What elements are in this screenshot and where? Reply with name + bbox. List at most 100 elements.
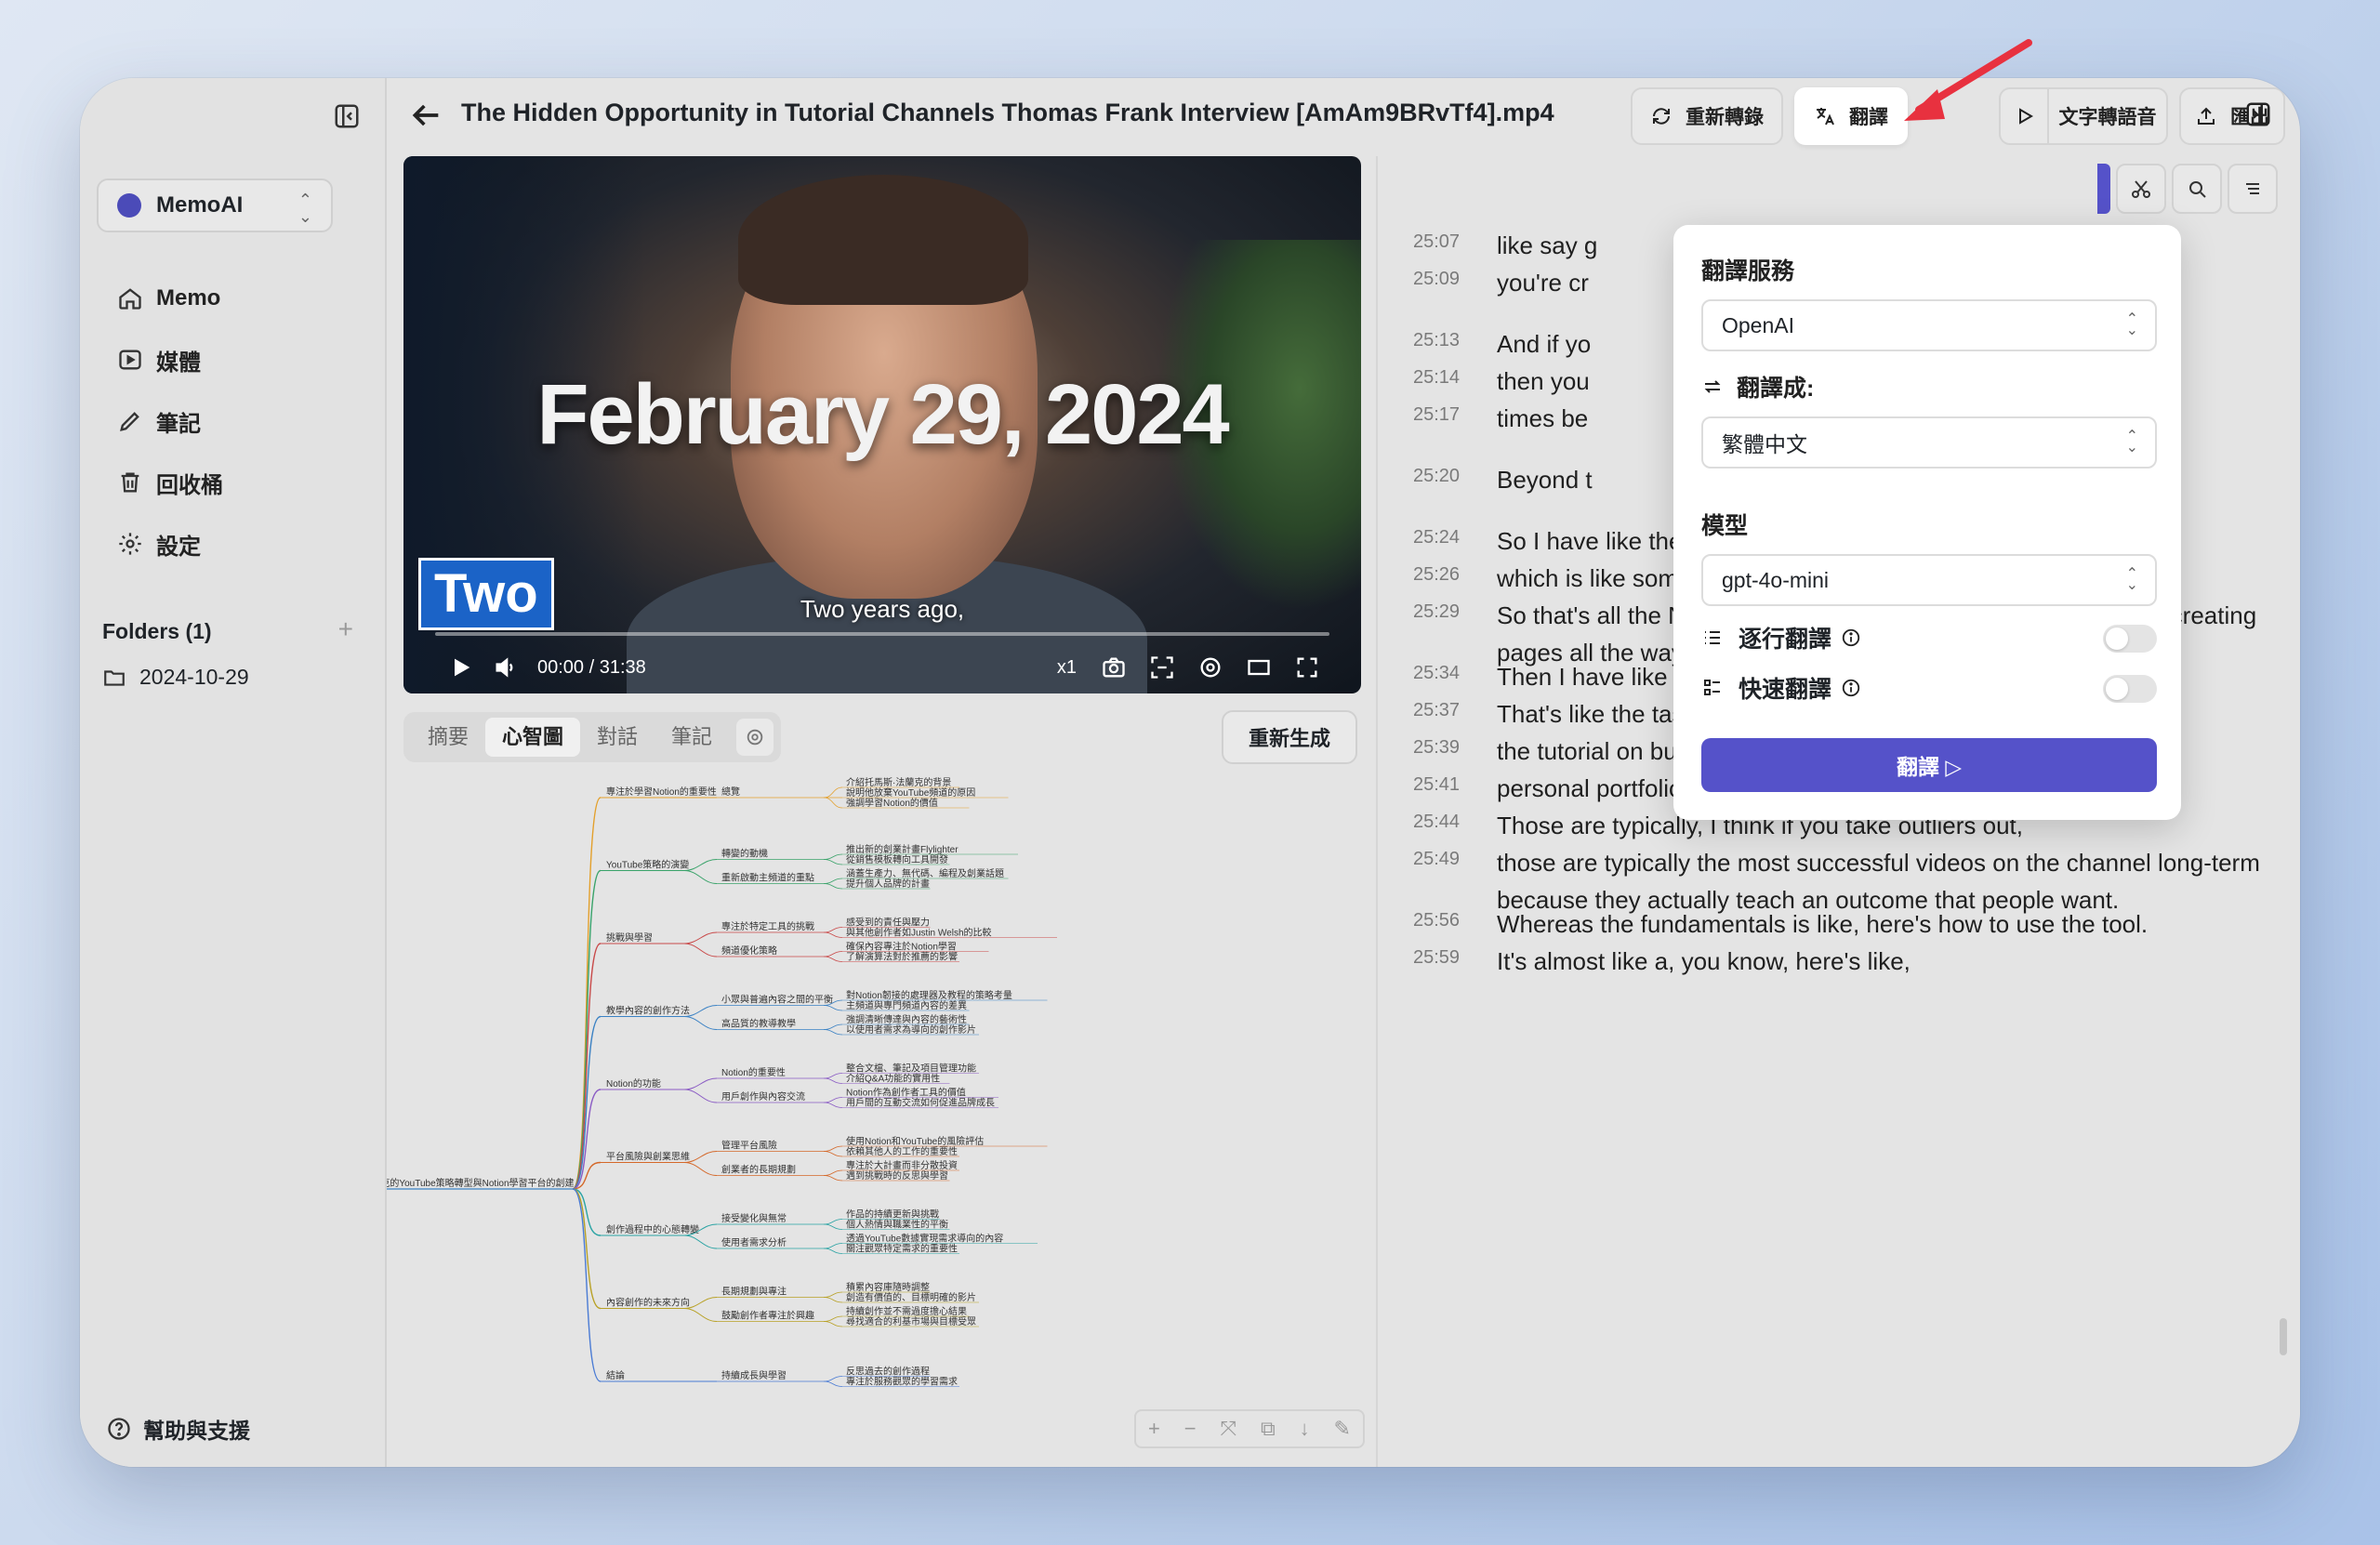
add-folder-button[interactable]: +: [338, 616, 353, 644]
transcript-timestamp[interactable]: 25:59: [1413, 943, 1497, 980]
mindmap-sub: 高品質的教導教學: [721, 1018, 796, 1030]
mindmap-sub: 頻道優化策略: [721, 944, 777, 957]
mindmap-branch: YouTube策略的演變: [606, 859, 689, 871]
line-by-line-toggle[interactable]: [2103, 625, 2157, 653]
mindmap-canvas[interactable]: 托馬斯·法蘭克的YouTube策略轉型與Notion學習平台的創建 專注於學習No…: [387, 777, 1361, 1446]
mindmap-leaf: 用戶間的互動交流如何促進品牌成長: [846, 1097, 995, 1109]
mindmap-leaf: 個人熱情與職業性的平衡: [846, 1219, 948, 1231]
transcript-timestamp[interactable]: 25:24: [1413, 522, 1497, 560]
info-icon[interactable]: [1841, 678, 1861, 698]
home-icon: [119, 288, 141, 310]
mindmap-edge: [683, 1235, 718, 1249]
mindmap-leaf: 提升個人品牌的計畫: [846, 878, 930, 890]
mindmap-sub: 使用者需求分析: [721, 1236, 787, 1248]
media-icon: [119, 350, 141, 370]
help-support-link[interactable]: 幫助與支援: [106, 1413, 250, 1445]
copy-icon[interactable]: ⧉: [1261, 1417, 1276, 1441]
mindmap-leaf: 尋找適合的利基市場與目標受眾: [846, 1315, 976, 1327]
playback-speed[interactable]: x1: [1057, 657, 1077, 679]
translate-icon: [1817, 108, 1834, 125]
menu-icon: [2246, 183, 2259, 194]
mindmap-edge: [823, 956, 843, 962]
transcript-line[interactable]: 25:56 Whereas the fundamentals is like, h…: [1413, 905, 2287, 943]
transcript-timestamp[interactable]: 25:13: [1413, 325, 1497, 363]
transcript-timestamp[interactable]: 25:26: [1413, 560, 1497, 597]
retranscribe-button[interactable]: 重新轉錄: [1631, 87, 1783, 145]
sidebar-item-trash[interactable]: 回收桶: [117, 452, 223, 513]
fast-translate-label: 快速翻譯: [1739, 677, 1832, 703]
sidebar-toggle-icon[interactable]: [333, 102, 361, 130]
tab-notes[interactable]: 筆記: [654, 718, 729, 757]
annotation-arrow-icon: [1904, 39, 2032, 121]
sidebar-item-notes[interactable]: 筆記: [117, 390, 223, 452]
workspace-selector[interactable]: MemoAI ⌃ ⌄: [97, 178, 333, 232]
fast-translate-row: 快速翻譯: [1701, 669, 2157, 706]
right-panel-toggle-icon[interactable]: [2244, 100, 2272, 128]
panel-divider[interactable]: [1376, 156, 1378, 1467]
mindmap-edge: [823, 1073, 843, 1079]
transcript-timestamp[interactable]: 25:09: [1413, 264, 1497, 301]
model-select[interactable]: gpt-4o-mini ⌃ ⌄: [1701, 554, 2157, 606]
service-label: 翻譯服務: [1701, 258, 1795, 284]
transcript-timestamp[interactable]: 25:34: [1413, 658, 1497, 695]
tab-summary[interactable]: 摘要: [411, 718, 485, 757]
camera-icon[interactable]: [1101, 654, 1127, 680]
translate-popover: 翻譯服務 OpenAI ⌃ ⌄ 翻譯成: 繁體中文 ⌃ ⌄ 模型 gpt-4o-mi…: [1673, 225, 2181, 820]
mindmap-sub: 用戶創作與內容交流: [721, 1090, 805, 1103]
transcript-timestamp[interactable]: 25:44: [1413, 807, 1497, 844]
fullscreen-icon[interactable]: [1294, 654, 1320, 680]
fast-translate-toggle[interactable]: [2103, 675, 2157, 703]
sidebar-item-label: 設定: [156, 534, 201, 560]
tab-dialogue[interactable]: 對話: [580, 718, 654, 757]
zoom-out-icon[interactable]: −: [1184, 1417, 1197, 1441]
sidebar-item-media[interactable]: 媒體: [117, 329, 223, 390]
transcript-timestamp[interactable]: 25:39: [1413, 733, 1497, 770]
tts-button[interactable]: 文字轉語音: [2047, 87, 2168, 145]
transcript-timestamp[interactable]: 25:17: [1413, 400, 1497, 437]
tab-mindmap[interactable]: 心智圖: [485, 718, 581, 757]
menu-button[interactable]: [2228, 164, 2278, 214]
transcript-timestamp[interactable]: 25:14: [1413, 363, 1497, 400]
service-select[interactable]: OpenAI ⌃ ⌄: [1701, 299, 2157, 351]
help-icon: [108, 1418, 130, 1440]
target-language-select[interactable]: 繁體中文 ⌃ ⌄: [1701, 416, 2157, 469]
settings-icon[interactable]: [1197, 654, 1223, 680]
target-label: 翻譯成:: [1737, 376, 1815, 402]
video-progress-bar[interactable]: [435, 632, 1329, 636]
translate-button[interactable]: 翻譯: [1794, 87, 1908, 145]
transcript-line[interactable]: 25:59 It's almost like a, you know, here'…: [1413, 943, 2287, 980]
transcript-timestamp[interactable]: 25:07: [1413, 227, 1497, 264]
transcript-timestamp[interactable]: 25:37: [1413, 695, 1497, 733]
back-arrow-icon[interactable]: [407, 97, 444, 134]
mindmap-edge: [683, 1089, 718, 1103]
theater-mode-icon[interactable]: [1246, 654, 1272, 680]
mindmap-edge: [823, 1248, 843, 1254]
mindmap-edge: [823, 1175, 843, 1182]
video-player[interactable]: February 29, 2024 Two Two years ago, 00:…: [403, 156, 1361, 693]
edit-icon[interactable]: ✎: [1334, 1417, 1351, 1441]
folder-item[interactable]: 2024-10-29: [102, 665, 353, 690]
mindmap-leaf: 說明他放棄YouTube頻道的原因: [846, 786, 975, 799]
sidebar-item-memo[interactable]: Memo: [117, 268, 223, 329]
fit-view-icon[interactable]: ⤧: [1220, 1417, 1236, 1441]
volume-icon[interactable]: [493, 654, 519, 680]
play-icon[interactable]: [448, 654, 474, 680]
scrollbar[interactable]: [2280, 1318, 2287, 1355]
regenerate-button[interactable]: 重新生成: [1222, 710, 1357, 764]
screenshot-icon[interactable]: [1149, 654, 1175, 680]
search-button[interactable]: [2172, 164, 2222, 214]
mindmap-leaf: 介紹托馬斯·法蘭克的背景: [846, 777, 951, 788]
folder-icon: [104, 669, 125, 686]
tab-settings-button[interactable]: [736, 719, 774, 756]
download-icon[interactable]: ↓: [1300, 1417, 1310, 1441]
model-label: 模型: [1701, 513, 1749, 539]
zoom-in-icon[interactable]: +: [1148, 1417, 1160, 1441]
transcript-timestamp[interactable]: 25:56: [1413, 905, 1497, 943]
sidebar-item-settings[interactable]: 設定: [117, 513, 223, 574]
translate-submit-button[interactable]: 翻譯 ▷: [1701, 738, 2157, 792]
cut-button[interactable]: [2116, 164, 2166, 214]
transcript-timestamp[interactable]: 25:20: [1413, 461, 1497, 498]
info-icon[interactable]: [1841, 627, 1861, 648]
mindmap-edge: [683, 1162, 718, 1176]
transcript-timestamp[interactable]: 25:41: [1413, 770, 1497, 807]
